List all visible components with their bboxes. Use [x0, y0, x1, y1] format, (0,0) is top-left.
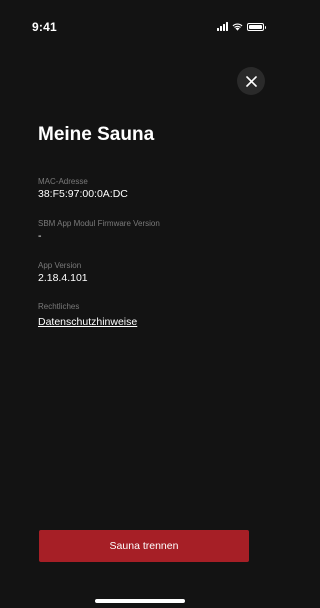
signal-icon	[217, 22, 228, 31]
close-icon	[245, 75, 257, 87]
battery-icon	[247, 23, 266, 31]
firmware-version-value: -	[38, 230, 42, 242]
wifi-icon	[232, 23, 243, 31]
disconnect-sauna-button[interactable]: Sauna trennen	[39, 530, 249, 562]
app-version-value: 2.18.4.101	[38, 272, 88, 284]
legal-label: Rechtliches	[38, 302, 80, 311]
sauna-settings-screen: 9:41 Meine Sauna MAC-Adresse 38:F5:97:00…	[0, 0, 280, 608]
status-icons	[217, 21, 266, 31]
home-indicator	[95, 599, 185, 603]
status-time: 9:41	[32, 20, 57, 34]
mac-address-label: MAC-Adresse	[38, 177, 88, 186]
privacy-policy-link[interactable]: Datenschutzhinweise	[38, 315, 137, 329]
status-bar: 9:41	[0, 0, 280, 44]
mac-address-item: MAC-Adresse 38:F5:97:00:0A:DC	[38, 177, 258, 211]
mac-address-value: 38:F5:97:00:0A:DC	[38, 188, 128, 200]
page-title: Meine Sauna	[38, 124, 155, 145]
app-version-label: App Version	[38, 261, 82, 270]
close-button[interactable]	[237, 67, 265, 95]
firmware-version-label: SBM App Modul Firmware Version	[38, 219, 160, 228]
app-version-item: App Version 2.18.4.101	[38, 261, 258, 294]
legal-item: Rechtliches Datenschutzhinweise	[38, 302, 258, 330]
firmware-version-item: SBM App Modul Firmware Version -	[38, 219, 258, 253]
info-list: MAC-Adresse 38:F5:97:00:0A:DC SBM App Mo…	[38, 177, 258, 338]
